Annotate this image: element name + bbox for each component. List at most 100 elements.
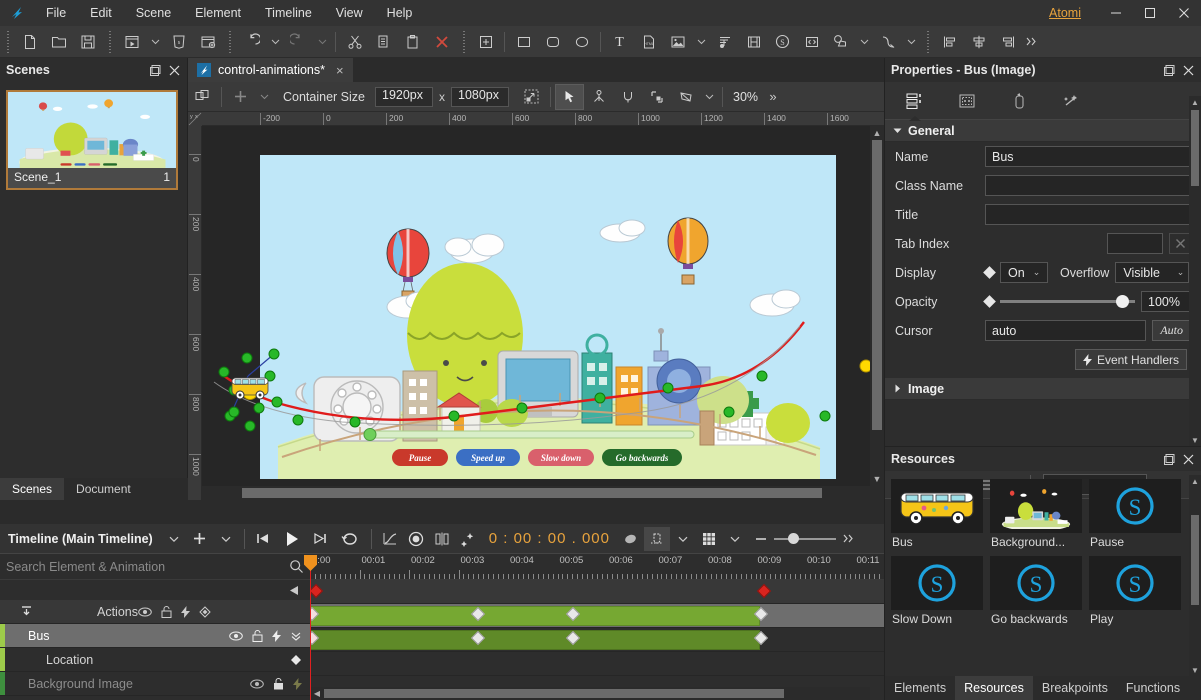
timeline-row-actions[interactable]: Actions (0, 600, 310, 624)
menu-item-edit[interactable]: Edit (78, 0, 124, 26)
eye-icon[interactable] (138, 607, 152, 617)
ellipse-icon[interactable] (567, 29, 596, 55)
unlock-icon[interactable] (252, 629, 263, 642)
resource-item[interactable]: Bus (891, 479, 987, 553)
scroll-up-arrow-icon[interactable]: ▲ (1189, 96, 1201, 108)
rounded-rectangle-icon[interactable] (538, 29, 567, 55)
toolbar-grip[interactable] (6, 30, 12, 53)
fit-to-screen-icon[interactable] (517, 84, 546, 110)
scroll-thumb[interactable] (242, 488, 822, 498)
opacity-value[interactable]: 100% (1141, 291, 1191, 312)
chevron-down-icon[interactable] (266, 29, 284, 55)
close-panel-icon[interactable] (168, 64, 181, 77)
cursor-auto-button[interactable]: Auto (1152, 320, 1191, 341)
section-general[interactable]: General (885, 120, 1201, 142)
scroll-left-arrow-icon[interactable]: ◀ (310, 689, 324, 698)
toolbar-grip-5[interactable] (926, 30, 932, 53)
bolt-icon[interactable] (293, 677, 302, 690)
html5-export-icon[interactable]: 5 (164, 29, 193, 55)
scroll-thumb[interactable] (1191, 110, 1199, 186)
display-keyframe-icon[interactable] (983, 266, 996, 279)
scroll-up-arrow-icon[interactable]: ▲ (870, 126, 884, 140)
transform-tool-icon[interactable] (671, 84, 700, 110)
lock-icon[interactable] (273, 677, 284, 690)
chevron-down-icon[interactable] (670, 527, 696, 551)
resource-item[interactable]: S Play (1089, 556, 1185, 630)
chevrons-down-icon[interactable] (290, 630, 302, 642)
tab-resources[interactable]: Resources (955, 676, 1033, 700)
crop-tool-icon[interactable] (642, 84, 671, 110)
zoom-level[interactable]: 30% (727, 90, 764, 104)
go-to-end-icon[interactable] (308, 527, 334, 551)
timeline-zoom-slider[interactable] (773, 531, 836, 547)
stage[interactable]: Pause Speed up Slow down Go backwards (260, 155, 836, 479)
menu-item-scene[interactable]: Scene (124, 0, 183, 26)
html-icon[interactable]: HTML (634, 29, 663, 55)
paste-icon[interactable] (398, 29, 427, 55)
chevron-down-icon[interactable] (855, 29, 873, 55)
menu-item-file[interactable]: File (34, 0, 78, 26)
shockwave-icon[interactable]: S (768, 29, 797, 55)
scroll-down-arrow-icon[interactable]: ▼ (1189, 664, 1201, 676)
align-center-icon[interactable] (964, 29, 993, 55)
play-icon[interactable] (276, 527, 308, 551)
track-bus[interactable] (310, 604, 884, 628)
interactivity-tab-icon[interactable] (995, 85, 1043, 117)
easing-icon[interactable] (377, 527, 403, 551)
opacity-keyframe-icon[interactable] (983, 295, 996, 308)
close-icon[interactable] (1167, 0, 1201, 26)
bolt-icon[interactable] (181, 605, 190, 618)
chevron-down-icon[interactable] (722, 527, 748, 551)
toolbar-grip-2[interactable] (108, 30, 114, 53)
chevron-down-icon[interactable] (692, 29, 710, 55)
timeline-ruler[interactable]: 0:00 00:01 00:02 00:03 00:04 00:05 00:06 00:07 0… (310, 554, 884, 580)
text-icon[interactable]: T (605, 29, 634, 55)
timecode[interactable]: 0 : 00 : 00 . 000 (481, 530, 618, 547)
timeline-search[interactable]: Search Element & Animation (0, 554, 310, 580)
panel-layout-icon[interactable] (188, 84, 217, 110)
class-name-input[interactable] (985, 175, 1191, 196)
document-tab[interactable]: control-animations* × (188, 58, 353, 82)
open-folder-icon[interactable] (44, 29, 73, 55)
eye-icon[interactable] (229, 631, 243, 641)
chevron-down-icon[interactable] (902, 29, 920, 55)
scroll-up-arrow-icon[interactable]: ▲ (1189, 475, 1201, 487)
redo-icon[interactable] (284, 29, 313, 55)
eraser-icon[interactable] (618, 527, 644, 551)
properties-tab-icon[interactable] (891, 85, 939, 117)
timeline-row-bus[interactable]: Bus (0, 624, 310, 648)
actions-collapse-icon[interactable] (20, 605, 33, 618)
zoom-out-icon[interactable] (748, 527, 774, 551)
effect-icon[interactable] (826, 29, 855, 55)
add-timeline-icon[interactable] (187, 527, 213, 551)
align-right-icon[interactable] (993, 29, 1022, 55)
size-position-tab-icon[interactable] (943, 85, 991, 117)
animation-bar[interactable] (310, 630, 760, 650)
track-background-image[interactable] (310, 652, 884, 676)
grid-icon[interactable] (696, 527, 722, 551)
code-icon[interactable] (797, 29, 826, 55)
track-actions[interactable] (310, 580, 884, 604)
action-marker[interactable] (756, 583, 772, 599)
undo-icon[interactable] (237, 29, 266, 55)
diamond-icon[interactable] (290, 654, 302, 666)
menu-item-element[interactable]: Element (183, 0, 253, 26)
canvas-horizontal-scrollbar[interactable] (202, 486, 870, 500)
image-icon[interactable] (663, 29, 692, 55)
chevron-down-icon[interactable] (700, 84, 718, 110)
resource-item[interactable]: S Pause (1089, 479, 1185, 553)
scroll-down-arrow-icon[interactable]: ▼ (870, 472, 884, 486)
tab-elements[interactable]: Elements (885, 676, 955, 700)
chevron-down-icon[interactable] (255, 84, 273, 110)
add-effect-icon[interactable] (455, 527, 481, 551)
rectangle-icon[interactable] (509, 29, 538, 55)
container-width-input[interactable]: 1920px (375, 86, 433, 107)
float-panel-icon[interactable] (149, 64, 162, 77)
add-scene-icon[interactable] (193, 29, 222, 55)
action-marker[interactable] (310, 583, 323, 599)
anchor-tool-icon[interactable] (584, 84, 613, 110)
search-icon[interactable] (289, 559, 304, 574)
go-to-start-icon[interactable] (250, 527, 276, 551)
new-document-icon[interactable] (15, 29, 44, 55)
timeline-tracks-area[interactable]: 0:00 00:01 00:02 00:03 00:04 00:05 00:06 00:07 0… (304, 554, 884, 700)
